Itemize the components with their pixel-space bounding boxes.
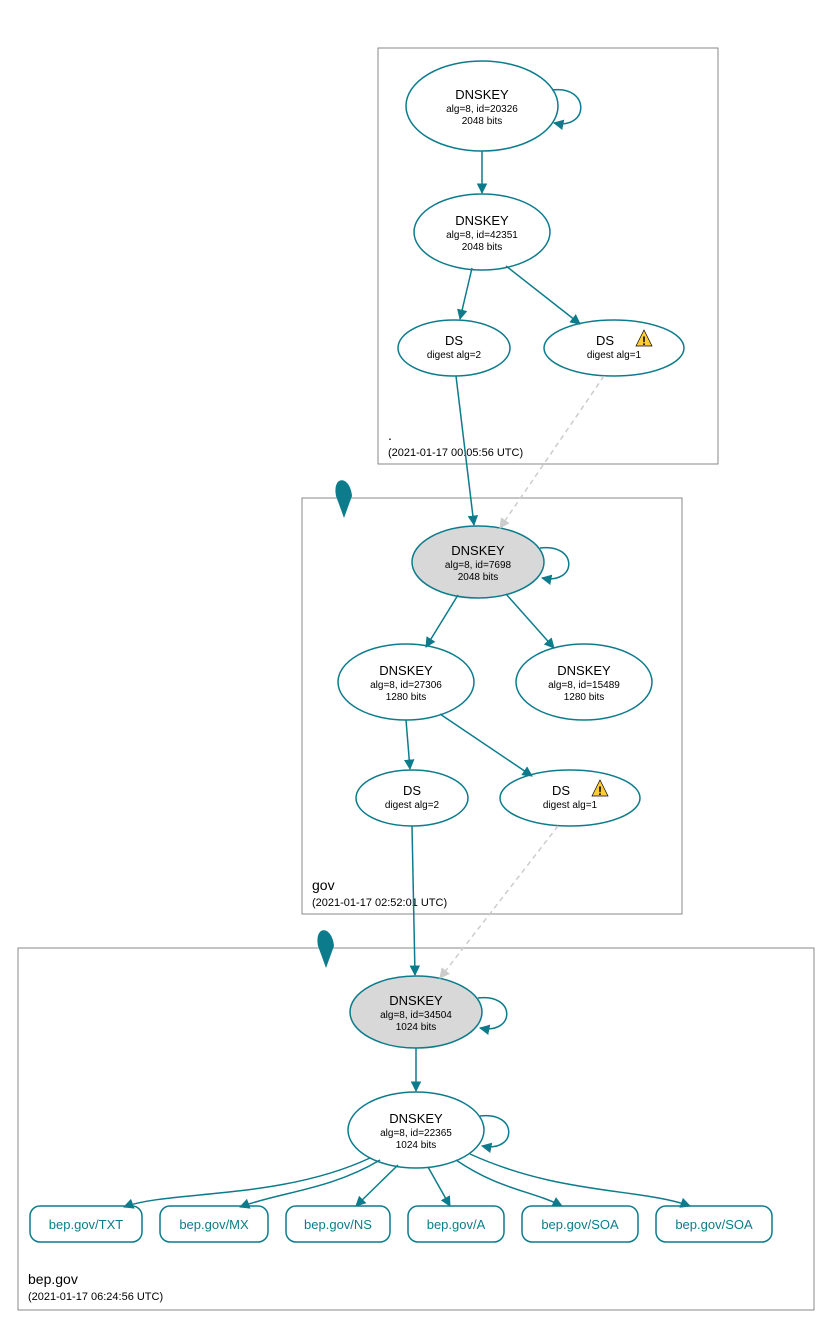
svg-text:DS: DS	[445, 333, 463, 348]
node-root-zsk[interactable]: DNSKEY alg=8, id=42351 2048 bits	[414, 194, 550, 270]
svg-text:1280 bits: 1280 bits	[386, 692, 427, 703]
node-gov-zsk2[interactable]: DNSKEY alg=8, id=15489 1280 bits	[516, 644, 652, 720]
node-root-ds2[interactable]: DS digest alg=2	[398, 320, 510, 376]
svg-text:bep.gov/SOA: bep.gov/SOA	[541, 1217, 619, 1232]
svg-text:alg=8, id=15489: alg=8, id=15489	[548, 680, 620, 691]
edge-bep-zsk-r3	[428, 1167, 450, 1206]
svg-text:1024 bits: 1024 bits	[396, 1140, 437, 1151]
record-mx[interactable]: bep.gov/MX	[160, 1206, 268, 1242]
record-soa2[interactable]: bep.gov/SOA	[656, 1206, 772, 1242]
edge-root-zsk-ds2	[460, 268, 472, 319]
svg-text:DS: DS	[596, 333, 614, 348]
svg-text:bep.gov/MX: bep.gov/MX	[179, 1217, 249, 1232]
svg-text:alg=8, id=7698: alg=8, id=7698	[445, 560, 512, 571]
svg-text:bep.gov/A: bep.gov/A	[427, 1217, 486, 1232]
edge-gov-ds1-bep-ksk	[440, 826, 558, 978]
svg-text:2048 bits: 2048 bits	[458, 572, 499, 583]
edge-bep-zsk-r0	[124, 1158, 370, 1207]
node-bep-zsk[interactable]: DNSKEY alg=8, id=22365 1024 bits	[348, 1092, 484, 1168]
edge-gov-ksk-zsk1	[426, 595, 458, 647]
svg-text:alg=8, id=20326: alg=8, id=20326	[446, 104, 518, 115]
record-a[interactable]: bep.gov/A	[408, 1206, 504, 1242]
svg-text:DNSKEY: DNSKEY	[389, 993, 443, 1008]
node-root-ksk[interactable]: DNSKEY alg=8, id=20326 2048 bits	[406, 61, 558, 151]
svg-text:DS: DS	[403, 783, 421, 798]
node-gov-ds1[interactable]: DS digest alg=1 !	[500, 770, 640, 826]
svg-text:bep.gov/NS: bep.gov/NS	[304, 1217, 372, 1232]
svg-text:digest alg=1: digest alg=1	[543, 800, 598, 811]
edge-bep-zsk-r2	[356, 1165, 398, 1206]
svg-text:DNSKEY: DNSKEY	[379, 663, 433, 678]
svg-text:DNSKEY: DNSKEY	[455, 213, 509, 228]
zone-root-label: .	[388, 427, 392, 443]
zone-root-timestamp: (2021-01-17 00:05:56 UTC)	[388, 447, 523, 459]
svg-text:alg=8, id=34504: alg=8, id=34504	[380, 1010, 452, 1021]
svg-text:1280 bits: 1280 bits	[564, 692, 605, 703]
svg-text:alg=8, id=27306: alg=8, id=27306	[370, 680, 442, 691]
node-gov-ds2[interactable]: DS digest alg=2	[356, 770, 468, 826]
record-txt[interactable]: bep.gov/TXT	[30, 1206, 142, 1242]
delegation-root-gov	[335, 480, 352, 518]
svg-text:DNSKEY: DNSKEY	[451, 543, 505, 558]
edge-bep-zsk-r1	[240, 1160, 380, 1207]
delegation-gov-bep	[317, 930, 334, 968]
edge-root-zsk-ds1	[506, 266, 580, 324]
svg-text:DNSKEY: DNSKEY	[557, 663, 611, 678]
zone-gov-label: gov	[312, 877, 335, 893]
node-root-ds1[interactable]: DS digest alg=1 !	[544, 320, 684, 376]
svg-text:digest alg=1: digest alg=1	[587, 350, 642, 361]
edge-gov-ksk-zsk2	[506, 594, 554, 648]
svg-text:alg=8, id=42351: alg=8, id=42351	[446, 230, 518, 241]
svg-text:digest alg=2: digest alg=2	[427, 350, 482, 361]
node-gov-ksk[interactable]: DNSKEY alg=8, id=7698 2048 bits	[412, 526, 544, 598]
edge-gov-zsk1-ds2	[406, 720, 410, 769]
zone-gov-timestamp: (2021-01-17 02:52:01 UTC)	[312, 897, 447, 909]
record-soa1[interactable]: bep.gov/SOA	[522, 1206, 638, 1242]
svg-text:bep.gov/SOA: bep.gov/SOA	[675, 1217, 753, 1232]
zone-bep-timestamp: (2021-01-17 06:24:56 UTC)	[28, 1291, 163, 1303]
svg-text:2048 bits: 2048 bits	[462, 116, 503, 127]
edge-bep-zsk-r4	[456, 1160, 562, 1206]
node-gov-zsk1[interactable]: DNSKEY alg=8, id=27306 1280 bits	[338, 644, 474, 720]
svg-text:!: !	[598, 784, 602, 798]
svg-text:digest alg=2: digest alg=2	[385, 800, 440, 811]
svg-text:2048 bits: 2048 bits	[462, 242, 503, 253]
zone-bep-label: bep.gov	[28, 1271, 78, 1287]
svg-text:bep.gov/TXT: bep.gov/TXT	[49, 1217, 123, 1232]
node-bep-ksk[interactable]: DNSKEY alg=8, id=34504 1024 bits	[350, 976, 482, 1048]
svg-text:DNSKEY: DNSKEY	[455, 87, 509, 102]
svg-text:DS: DS	[552, 783, 570, 798]
edge-gov-zsk1-ds1	[440, 714, 532, 776]
svg-text:alg=8, id=22365: alg=8, id=22365	[380, 1128, 452, 1139]
svg-text:1024 bits: 1024 bits	[396, 1022, 437, 1033]
svg-text:!: !	[642, 334, 646, 348]
record-ns[interactable]: bep.gov/NS	[286, 1206, 390, 1242]
edge-bep-zsk-r5	[470, 1154, 690, 1206]
svg-text:DNSKEY: DNSKEY	[389, 1111, 443, 1126]
